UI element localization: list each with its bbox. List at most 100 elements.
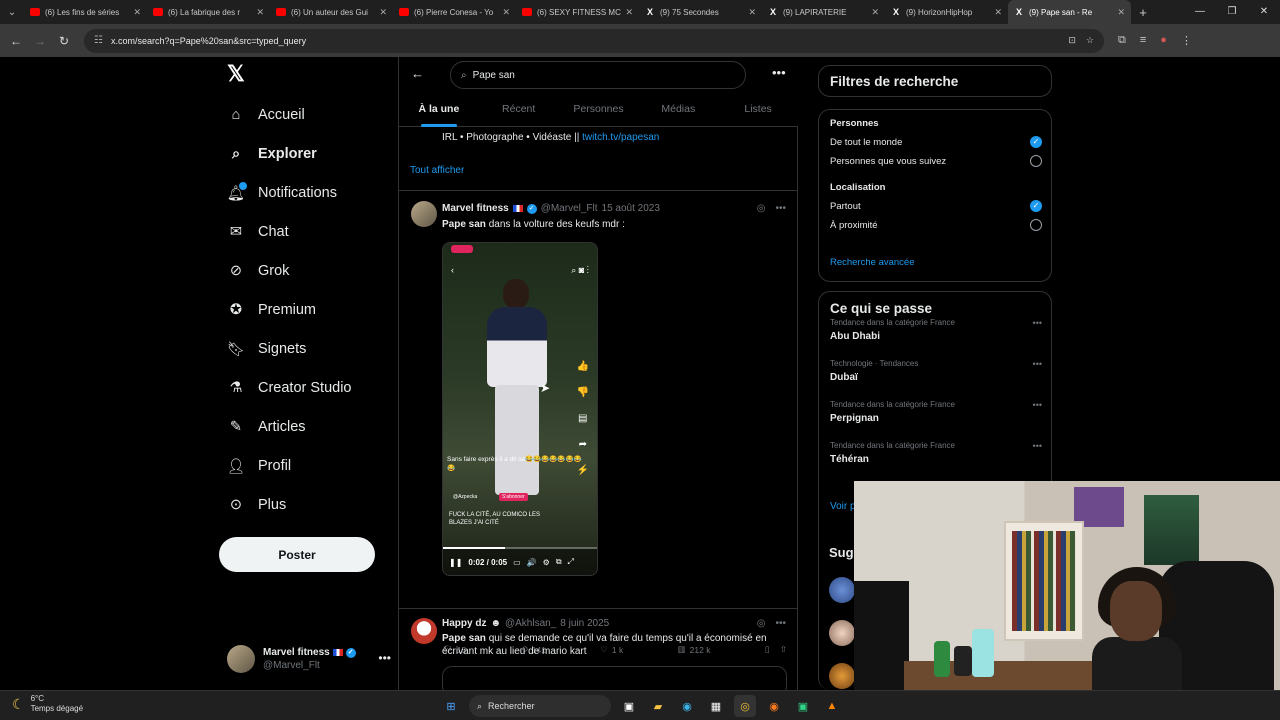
minimize-icon[interactable]: — — [1184, 0, 1216, 24]
tab-personnes[interactable]: Personnes — [559, 95, 639, 127]
file-explorer-icon[interactable]: ▰ — [647, 695, 669, 717]
filter-option-everywhere[interactable]: Partout ✓ — [830, 200, 1042, 212]
nav-item-explorer[interactable]: ⌕ Explorer — [227, 140, 317, 168]
back-arrow-icon[interactable]: ← — [411, 66, 424, 81]
more-dots-icon[interactable]: ••• — [775, 618, 786, 629]
edge-icon[interactable]: ◉ — [676, 695, 698, 717]
chrome-icon[interactable]: ◎ — [734, 695, 756, 717]
close-tab-icon[interactable]: ✕ — [748, 7, 756, 18]
restore-icon[interactable]: ❐ — [1216, 0, 1248, 24]
nav-item-grok[interactable]: ⊘ Grok — [227, 257, 290, 285]
filter-option-nearby[interactable]: À proximité — [830, 219, 1042, 231]
close-tab-icon[interactable]: ✕ — [1117, 7, 1125, 18]
forward-arrow-icon[interactable]: → — [28, 34, 52, 48]
tweet-handle[interactable]: @Akhlsan_ — [505, 618, 556, 629]
more-dots-icon[interactable]: ••• — [775, 203, 786, 214]
camera-icon[interactable]: ◙ — [579, 265, 584, 275]
browser-tab[interactable]: X (9) 75 Secondes ✕ — [639, 0, 762, 24]
chevron-left-icon[interactable]: ‹ — [451, 265, 454, 276]
browser-tab[interactable]: (6) SEXY FITNESS MC ✕ — [516, 0, 639, 24]
tab-search-icon[interactable]: ⌄ — [0, 0, 24, 24]
store-icon[interactable]: ▦ — [705, 695, 727, 717]
browser-tab[interactable]: X (9) Pape san - Re ✕ — [1008, 0, 1131, 24]
thumbs-up-icon[interactable]: 👍 — [577, 361, 589, 372]
avatar[interactable] — [411, 618, 437, 644]
browser-tab[interactable]: (6) Pierre Conesa - Yo ✕ — [393, 0, 516, 24]
nav-item-accueil[interactable]: ⌂ Accueil — [227, 101, 305, 129]
profile-avatar-icon[interactable]: ● — [1160, 34, 1167, 47]
media-icon[interactable]: ≡ — [1140, 34, 1146, 47]
trend-item[interactable]: Technologie · Tendances Dubaï ••• — [830, 359, 1042, 383]
tab-listes[interactable]: Listes — [718, 95, 798, 127]
search-icon[interactable]: ⌕ — [571, 265, 576, 275]
advanced-search-link[interactable]: Recherche avancée — [830, 257, 915, 268]
nav-item-articles[interactable]: ✎ Articles — [227, 413, 306, 441]
settings-icon[interactable]: ⚙ — [543, 558, 550, 567]
avatar[interactable] — [829, 663, 855, 689]
address-bar[interactable]: ☷ x.com/search?q=Pape%20san&src=typed_qu… — [84, 28, 1104, 53]
nav-item-signets[interactable]: 🔖︎ Signets — [227, 335, 307, 363]
avatar[interactable] — [829, 577, 855, 603]
tweet-date[interactable]: 15 août 2023 — [602, 203, 660, 214]
radio-checked-icon[interactable]: ✓ — [1030, 200, 1042, 212]
show-all-link[interactable]: Tout afficher — [410, 165, 464, 176]
tweet-date[interactable]: 8 juin 2025 — [560, 618, 609, 629]
nav-item-profil[interactable]: 👤︎ Profil — [227, 452, 291, 480]
trend-item[interactable]: Tendance dans la catégorie France Perpign… — [830, 400, 1042, 424]
comment-icon[interactable]: ▤ — [578, 413, 587, 424]
nav-item-notifications[interactable]: 🔔︎ Notifications — [227, 179, 337, 207]
reload-icon[interactable]: ↻ — [52, 34, 76, 48]
back-arrow-icon[interactable]: ← — [4, 34, 28, 48]
site-info-icon[interactable]: ☷ — [94, 35, 103, 46]
browser-tab[interactable]: (6) Les fins de séries ✕ — [24, 0, 147, 24]
vlc-icon[interactable]: ▲ — [821, 695, 843, 717]
thumbs-down-icon[interactable]: 👎 — [577, 387, 589, 398]
close-window-icon[interactable]: ✕ — [1248, 0, 1280, 24]
pause-icon[interactable]: ❚❚ — [449, 558, 462, 567]
close-tab-icon[interactable]: ✕ — [256, 7, 264, 18]
avatar[interactable] — [411, 201, 437, 227]
menu-kebab-icon[interactable]: ⋮ — [1181, 34, 1192, 47]
extensions-icon[interactable]: ⧉ — [1118, 34, 1126, 47]
close-tab-icon[interactable]: ✕ — [502, 7, 510, 18]
more-dots-icon[interactable]: ••• — [1033, 400, 1042, 410]
pip-icon[interactable]: ⧉ — [556, 557, 562, 567]
tab-à-la-une[interactable]: À la une — [399, 95, 479, 127]
close-tab-icon[interactable]: ✕ — [871, 7, 879, 18]
volume-icon[interactable]: 🔊 — [527, 558, 537, 567]
nav-item-creator-studio[interactable]: ⚗ Creator Studio — [227, 374, 352, 402]
share-icon[interactable]: ➦ — [579, 439, 587, 450]
filter-option-everyone[interactable]: De tout le monde ✓ — [830, 136, 1042, 148]
tab-médias[interactable]: Médias — [638, 95, 718, 127]
more-dots-icon[interactable]: ••• — [378, 651, 391, 665]
close-tab-icon[interactable]: ✕ — [625, 7, 633, 18]
close-tab-icon[interactable]: ✕ — [994, 7, 1002, 18]
close-tab-icon[interactable]: ✕ — [133, 7, 141, 18]
account-switcher[interactable]: Marvel fitness ✓ @Marvel_Flt ••• — [227, 643, 397, 675]
nav-item-plus[interactable]: ⊙ Plus — [227, 491, 286, 519]
app-icon[interactable]: ▣ — [792, 695, 814, 717]
browser-tab[interactable]: (6) Un auteur des Gui ✕ — [270, 0, 393, 24]
video-player[interactable]: ‹ ⌕ ◙ ⋮ 👍 👎 ▤ ➦ ⚡ Sans faire exprès il a… — [442, 242, 598, 576]
more-dots-icon[interactable]: ••• — [772, 65, 786, 80]
radio-unchecked-icon[interactable] — [1030, 155, 1042, 167]
radio-unchecked-icon[interactable] — [1030, 219, 1042, 231]
bio-link[interactable]: twitch.tv/papesan — [582, 132, 659, 143]
quoted-tweet[interactable] — [442, 666, 787, 690]
search-input[interactable]: ⌕ Pape san — [450, 61, 746, 89]
nav-item-premium[interactable]: ✪ Premium — [227, 296, 316, 324]
new-tab-button[interactable]: + — [1131, 5, 1155, 20]
kebab-icon[interactable]: ⋮ — [587, 265, 589, 275]
subscribe-button[interactable]: S'abonner — [499, 493, 528, 501]
more-dots-icon[interactable]: ••• — [1033, 318, 1042, 328]
install-icon[interactable]: ⊡ — [1068, 35, 1076, 46]
captions-icon[interactable]: ▭ — [513, 558, 521, 567]
filter-option-following[interactable]: Personnes que vous suivez — [830, 155, 1042, 167]
grok-icon[interactable]: ◎ — [757, 203, 766, 214]
avatar[interactable] — [829, 620, 855, 646]
tweet-author-name[interactable]: Marvel fitness — [442, 203, 509, 214]
firefox-icon[interactable]: ◉ — [763, 695, 785, 717]
x-logo-icon[interactable]: 𝕏 — [227, 63, 247, 85]
fullscreen-icon[interactable]: ⤢ — [568, 557, 574, 567]
trend-item[interactable]: Tendance dans la catégorie France Abu Dha… — [830, 318, 1042, 342]
